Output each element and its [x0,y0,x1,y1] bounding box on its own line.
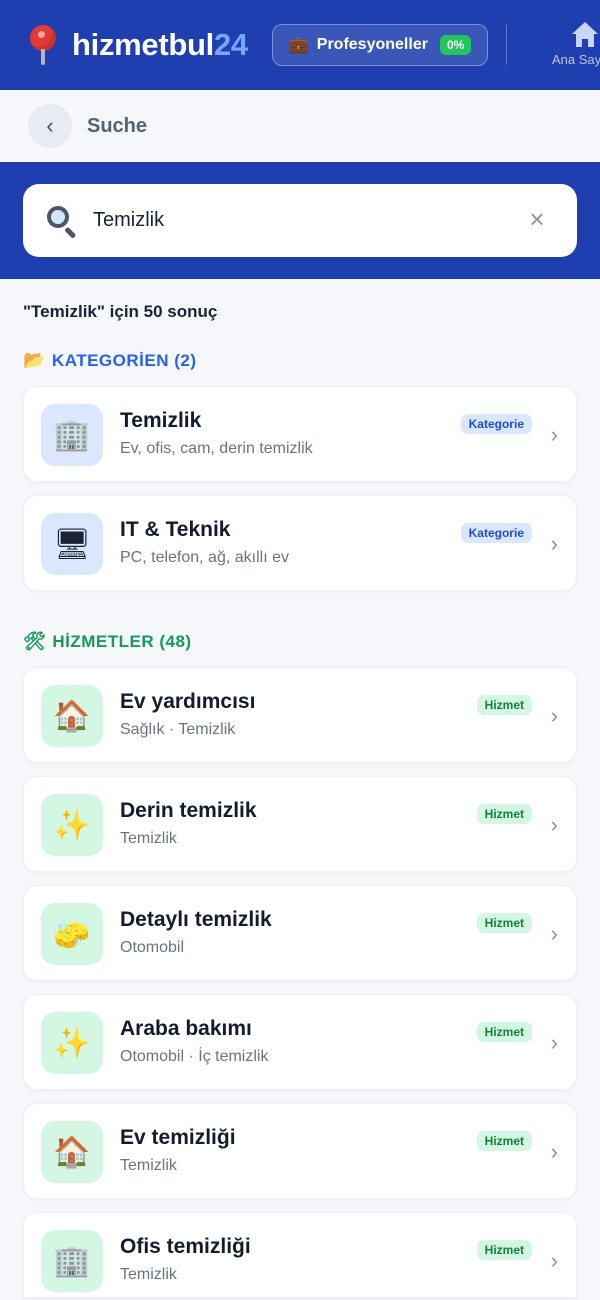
card-subtitle: PC, telefon, ağ, akıllı ev [120,549,289,566]
search-input[interactable] [93,209,493,232]
professionals-badge: 0% [439,35,472,55]
card-title: Ev temizliği [120,1126,236,1149]
office-building-icon: 🏢 [41,404,103,466]
service-card-detayli-temizlik[interactable]: 🧽 Detaylı temizlik Otomobil Hizmet › [23,885,577,981]
services-heading-label: HİZMETLER (48) [52,631,192,651]
card-subtitle: Temizlik [120,830,177,847]
service-badge: Hizmet [476,1022,532,1042]
briefcase-icon: 💼 [288,37,309,54]
card-title: Detaylı temizlik [120,908,272,931]
service-badge: Hizmet [476,913,532,933]
category-card-it-teknik[interactable]: 🖥 IT & Teknik PC, telefon, ağ, akıllı ev… [23,495,577,591]
card-title: IT & Teknik [120,518,231,541]
categories-heading: 📂 KATEGORİEN (2) [23,350,197,371]
home-nav-label: Ana Sayfa [552,52,600,67]
service-card-ofis-temizligi[interactable]: 🏢 Ofis temizliği Temizlik Hizmet › [23,1212,577,1298]
service-badge: Hizmet [476,804,532,824]
desktop-computer-icon: 🖥 [41,513,103,575]
sparkles-icon: ✨ [41,1012,103,1074]
card-title: Derin temizlik [120,799,257,822]
categories-heading-label: KATEGORİEN (2) [51,350,197,370]
app-logo[interactable]: hizmetbul24 [26,0,248,90]
card-title: Araba bakımı [120,1017,252,1040]
tools-icon: 🛠 [23,631,47,651]
card-title: Temizlik [120,409,202,432]
clear-search-button[interactable]: × [525,206,549,232]
chevron-right-icon: › [550,1139,558,1164]
category-badge: Kategorie [460,414,532,434]
service-badge: Hizmet [476,1240,532,1260]
search-box[interactable]: × [23,184,577,257]
map-pin-icon [26,23,60,67]
chevron-right-icon: › [550,422,558,447]
service-card-ev-yardimcisi[interactable]: 🏠 Ev yardımcısı Sağlık · Temizlik Hizmet… [23,667,577,763]
chevron-left-icon: ‹ [46,113,54,138]
chevron-right-icon: › [550,703,558,728]
house-icon: 🏠 [41,685,103,747]
page-title: Suche [87,114,148,137]
category-card-temizlik[interactable]: 🏢 Temizlik Ev, ofis, cam, derin temizlik… [23,386,577,482]
logo-text: hizmetbul24 [72,27,248,63]
service-card-araba-bakimi[interactable]: ✨ Araba bakımı Otomobil · İç temizlik Hi… [23,994,577,1090]
page-header: ‹ Suche [0,90,600,162]
chevron-right-icon: › [550,921,558,946]
house-icon: 🏠 [41,1121,103,1183]
search-icon [45,204,79,239]
professionals-button[interactable]: 💼 Profesyoneller 0% [271,24,489,66]
office-building-icon: 🏢 [41,1230,103,1292]
chevron-right-icon: › [550,812,558,837]
logo-accent: 24 [213,27,248,62]
results-count: "Temizlik" için 50 sonuç [23,302,218,321]
chevron-right-icon: › [550,1248,558,1273]
back-button[interactable]: ‹ [28,104,72,148]
card-subtitle: Otomobil · İç temizlik [120,1048,269,1065]
chevron-right-icon: › [550,1030,558,1055]
top-navigation-bar: hizmetbul24 💼 Profesyoneller 0% [0,0,600,90]
service-badge: Hizmet [476,1131,532,1151]
logo-main: hizmetbul [72,27,214,62]
category-badge: Kategorie [460,523,532,543]
search-band: × [0,162,600,279]
service-badge: Hizmet [476,695,532,715]
card-subtitle: Temizlik [120,1266,177,1283]
home-nav-item[interactable]: Ana Sayfa [552,22,600,67]
service-card-ev-temizligi[interactable]: 🏠 Ev temizliği Temizlik Hizmet › [23,1103,577,1199]
service-card-derin-temizlik[interactable]: ✨ Derin temizlik Temizlik Hizmet › [23,776,577,872]
sponge-icon: 🧽 [41,903,103,965]
card-subtitle: Temizlik [120,1157,177,1174]
sparkles-icon: ✨ [41,794,103,856]
card-title: Ev yardımcısı [120,690,256,713]
folder-icon: 📂 [23,350,46,370]
card-subtitle: Otomobil [120,939,185,956]
card-subtitle: Sağlık · Temizlik [120,721,236,738]
card-title: Ofis temizliği [120,1235,251,1258]
topbar-divider [506,25,508,65]
professionals-label: Profesyoneller [316,36,428,53]
services-heading: 🛠 HİZMETLER (48) [23,631,192,652]
chevron-right-icon: › [550,531,558,556]
close-icon: × [529,204,545,234]
card-subtitle: Ev, ofis, cam, derin temizlik [120,440,313,457]
home-icon [572,22,598,48]
